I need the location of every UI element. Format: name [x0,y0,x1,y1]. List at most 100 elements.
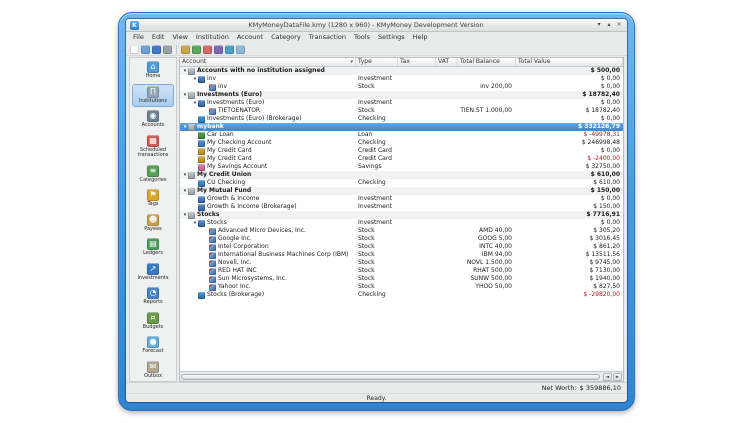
sidebar-item-categories[interactable]: ≡Categories [132,163,174,187]
account-row-advanced-micro-devices-inc[interactable]: Advanced Micro Devices, Inc.StockAMD 40,… [180,227,623,235]
sidebar-item-outbox[interactable]: ✉Outbox [132,359,174,383]
close-button[interactable]: × [615,21,623,29]
maximize-button[interactable]: ▴ [605,21,613,29]
account-row-my-savings-account[interactable]: My Savings AccountSavings$ 32750,00 [180,163,623,171]
account-row-intel-corporation[interactable]: Intel CorporationStockINTC 40,00$ 861,20 [180,243,623,251]
account-row-growth-income-brokerage[interactable]: Growth & Income (Brokerage)Investment$ 1… [180,203,623,211]
account-name: inv [218,83,227,91]
account-row-my-mutual-fund[interactable]: ▾My Mutual Fund$ 150,00 [180,187,623,195]
total-balance: NOVL 1.500,00 [458,259,516,267]
account-name: Growth & Income (Brokerage) [207,203,297,211]
credit-card-icon [198,156,205,163]
account-row-investments-euro-brokerage[interactable]: Investments (Euro) (Brokerage)Checking$ … [180,115,623,123]
account-name: Intel Corporation [218,243,269,251]
sidebar-item-home[interactable]: ⌂Home [132,59,174,83]
account-row-my-credit-union[interactable]: ▾My Credit Union$ 610,00 [180,171,623,179]
total-value: $ 827,50 [516,283,623,291]
investment-icon [198,76,205,83]
account-type: Investment [356,99,398,107]
scroll-left-arrow-icon[interactable]: ◄ [603,373,612,381]
sidebar-item-tags[interactable]: ⚑Tags [132,187,174,211]
institution-icon [188,68,195,75]
account-row-investments-euro[interactable]: ▾Investments (Euro)Investment$ 0,00 [180,99,623,107]
sidebar-item-institutions[interactable]: ΠInstitutions [132,84,174,108]
account-row-yahoo-inc[interactable]: Yahoo! Inc.StockYHOO 50,00$ 827,50 [180,283,623,291]
total-balance: YHOO 50,00 [458,283,516,291]
total-value: $ 18782,40 [516,91,623,99]
account-row-sun-microsystems-inc[interactable]: Sun Microsystems, Inc.StockSUNW 500,00$ … [180,275,623,283]
sidebar-item-reports[interactable]: ◔Reports [132,285,174,309]
account-row-investments-euro[interactable]: ▾Investments (Euro)$ 18782,40 [180,91,623,99]
account-row-inv[interactable]: ▾invInvestment$ 0,00 [180,75,623,83]
account-type: Stock [356,243,398,251]
account-row-my-credit-card[interactable]: My Credit CardCredit Card$ -2400,00 [180,155,623,163]
account-row-my-checking-account[interactable]: My Checking AccountChecking$ 246998,48 [180,139,623,147]
account-row-growth-income[interactable]: Growth & IncomeInvestment$ 0,00 [180,195,623,203]
scrollbar-slider[interactable] [181,374,600,380]
account-row-cu-checking[interactable]: CU CheckingChecking$ 610,00 [180,179,623,187]
sidebar-item-label: Budgets [143,325,164,331]
account-type: Stock [356,283,398,291]
account-row-my-credit-card[interactable]: My Credit CardCredit Card$ 0,00 [180,147,623,155]
account-row-tietoenator[interactable]: TIETOENATORStockTIEN.ST 1.000,00$ 18782,… [180,107,623,115]
account-row-mybank[interactable]: ▾mybank$ 332126,79 [180,123,623,131]
sidebar-item-budgets[interactable]: ¤Budgets [132,310,174,334]
account-row-stocks[interactable]: ▾Stocks$ 7716,91 [180,211,623,219]
scroll-right-arrow-icon[interactable]: ► [613,373,622,381]
account-row-stocks-brokerage[interactable]: Stocks (Brokerage)Checking$ -29820,00 [180,291,623,299]
total-value: $ -29820,00 [516,291,623,299]
menu-edit[interactable]: Edit [148,32,169,43]
account-row-google-inc[interactable]: Google Inc.StockGOOG 5,00$ 3016,45 [180,235,623,243]
column-header-tax[interactable]: Tax [398,58,436,66]
total-value: $ 9745,00 [516,259,623,267]
menu-help[interactable]: Help [409,32,432,43]
account-row-novell-inc[interactable]: Novell, Inc.StockNOVL 1.500,00$ 9745,00 [180,259,623,267]
open-file-icon[interactable] [141,45,150,54]
sidebar-item-investments[interactable]: ↗Investments [132,261,174,285]
total-value: $ -2400,00 [516,155,623,163]
menu-tools[interactable]: Tools [350,32,374,43]
menu-settings[interactable]: Settings [374,32,409,43]
menu-institution[interactable]: Institution [192,32,233,43]
column-header-account[interactable]: Account▾ [180,58,356,66]
horizontal-scrollbar[interactable]: ◄ ► [180,371,623,381]
sidebar-item-accounts[interactable]: ◉Accounts [132,108,174,132]
column-header-total-value[interactable]: Total Value [516,58,623,66]
sidebar-item-payees[interactable]: ☻Payees [132,212,174,236]
menu-view[interactable]: View [168,32,191,43]
save-file-icon[interactable] [152,45,161,54]
toolbar-action-3-icon[interactable] [203,45,212,54]
account-row-accounts-with-no-institution-assigned[interactable]: ▾Accounts with no institution assigned$ … [180,67,623,75]
toolbar-action-6-icon[interactable] [236,45,245,54]
account-name: Sun Microsystems, Inc. [218,275,287,283]
toolbar-action-1-icon[interactable] [181,45,190,54]
account-row-international-business-machines-corp-ibm[interactable]: International Business Machines Corp (IB… [180,251,623,259]
sidebar-item-scheduled-transactions[interactable]: ▦Scheduled transactions [132,133,174,162]
institution-icon [188,124,195,131]
account-type: Stock [356,227,398,235]
menu-account[interactable]: Account [233,32,267,43]
print-icon[interactable] [163,45,172,54]
minimize-button[interactable]: ▾ [595,21,603,29]
toolbar-action-5-icon[interactable] [225,45,234,54]
account-row-inv[interactable]: invStockinv 200,00$ 0,00 [180,83,623,91]
toolbar-action-4-icon[interactable] [214,45,223,54]
new-file-icon[interactable] [130,45,139,54]
menu-transaction[interactable]: Transaction [305,32,350,43]
window-frame: K KMyMoneyDataFile.kmy (1280 x 960) - KM… [118,12,635,411]
menu-file[interactable]: File [129,32,148,43]
column-header-vat[interactable]: VAT [436,58,458,66]
toolbar-action-2-icon[interactable] [192,45,201,54]
account-row-red-hat-inc[interactable]: RED HAT INCStockRHAT 500,00$ 7130,00 [180,267,623,275]
menu-category[interactable]: Category [267,32,305,43]
column-header-type[interactable]: Type [356,58,398,66]
account-type: Investment [356,203,398,211]
column-header-total-balance[interactable]: Total Balance [458,58,516,66]
titlebar[interactable]: K KMyMoneyDataFile.kmy (1280 x 960) - KM… [126,19,627,32]
account-row-car-loan[interactable]: Car LoanLoan$ -49978,31 [180,131,623,139]
sidebar-item-forecast[interactable]: ●Forecast [132,334,174,358]
total-value: $ 0,00 [516,75,623,83]
sidebar-item-ledgers[interactable]: ▤Ledgers [132,236,174,260]
account-row-stocks[interactable]: ▾StocksInvestment$ 0,00 [180,219,623,227]
account-type: Credit Card [356,147,398,155]
